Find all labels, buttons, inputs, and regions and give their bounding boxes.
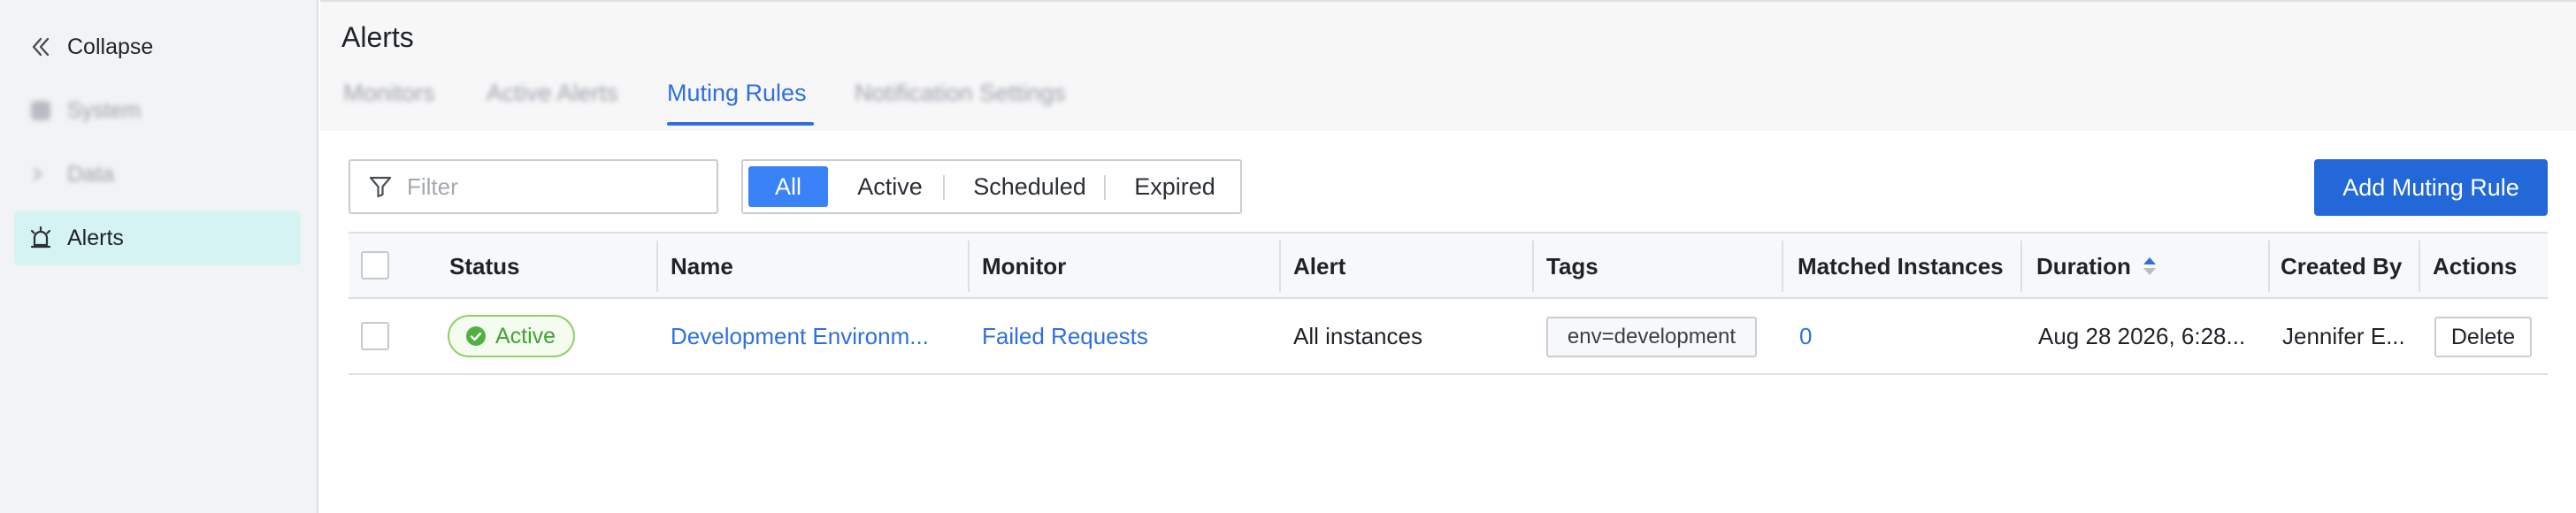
column-divider — [1532, 241, 1534, 292]
tab-notification-settings[interactable]: Notification Settings — [855, 80, 1066, 107]
column-header-monitor[interactable]: Monitor — [982, 234, 1066, 299]
system-icon — [14, 98, 67, 123]
table-header: Status Name Monitor Alert Tags Matched I… — [349, 232, 2548, 299]
select-all-checkbox[interactable] — [361, 251, 389, 279]
column-divider — [1279, 241, 1281, 292]
sidebar: Collapse System Data Alerts — [0, 0, 318, 513]
page-header — [320, 0, 2576, 131]
table-row: Active Development Environm... Failed Re… — [349, 299, 2548, 375]
column-header-tags[interactable]: Tags — [1546, 234, 1598, 299]
segment-divider — [1104, 175, 1106, 200]
column-header-created-by[interactable]: Created By — [2281, 234, 2402, 299]
duration-cell: Aug 28 2026, 6:28... — [2038, 322, 2246, 349]
tag-chip: env=development — [1546, 317, 1757, 357]
tab-monitors[interactable]: Monitors — [343, 80, 435, 107]
status-segmented-control: All Active Scheduled Expired — [741, 159, 1242, 214]
delete-button[interactable]: Delete — [2434, 317, 2532, 357]
sidebar-collapse-button[interactable]: Collapse — [14, 19, 301, 74]
segment-all[interactable]: All — [748, 166, 828, 207]
data-icon — [14, 162, 67, 187]
double-chevron-left-icon — [14, 35, 67, 58]
column-divider — [2419, 241, 2420, 292]
column-header-alert[interactable]: Alert — [1293, 234, 1346, 299]
sidebar-item-label: System — [67, 97, 142, 123]
monitor-link[interactable]: Failed Requests — [982, 299, 1265, 373]
sidebar-collapse-label: Collapse — [67, 34, 154, 59]
status-label: Active — [495, 323, 556, 348]
sidebar-item-data[interactable]: Data — [14, 147, 301, 202]
sidebar-item-label: Data — [67, 161, 114, 187]
segment-active[interactable]: Active — [835, 166, 945, 207]
page-title: Alerts — [341, 21, 414, 53]
matched-instances-link[interactable]: 0 — [1799, 299, 1976, 373]
column-divider — [656, 241, 658, 292]
filter-box[interactable] — [349, 159, 718, 214]
column-divider — [2268, 241, 2270, 292]
rule-name-link[interactable]: Development Environm... — [671, 299, 954, 373]
row-checkbox[interactable] — [361, 322, 389, 350]
segment-scheduled[interactable]: Scheduled — [950, 166, 1109, 207]
segment-divider — [943, 175, 945, 200]
column-header-status[interactable]: Status — [449, 234, 519, 299]
column-header-name[interactable]: Name — [671, 234, 733, 299]
alarm-siren-icon — [14, 226, 67, 250]
column-header-duration-label: Duration — [2036, 252, 2131, 279]
column-header-duration[interactable]: Duration — [2036, 234, 2158, 299]
column-header-matched-instances[interactable]: Matched Instances — [1798, 234, 2004, 299]
add-muting-rule-button[interactable]: Add Muting Rule — [2314, 159, 2548, 216]
tab-active-alerts[interactable]: Active Alerts — [487, 80, 618, 107]
column-divider — [968, 241, 970, 292]
alert-cell: All instances — [1293, 322, 1422, 349]
check-circle-icon — [465, 325, 487, 347]
sidebar-item-system[interactable]: System — [14, 83, 301, 138]
column-divider — [1782, 241, 1783, 292]
segment-expired[interactable]: Expired — [1111, 166, 1238, 207]
status-badge: Active — [448, 315, 575, 357]
column-header-actions: Actions — [2433, 252, 2518, 279]
filter-input[interactable] — [407, 172, 699, 201]
sort-ascending-icon — [2142, 256, 2158, 277]
sidebar-item-label: Alerts — [67, 225, 124, 250]
column-divider — [2020, 241, 2022, 292]
created-by-cell: Jennifer E... — [2282, 322, 2405, 349]
active-tab-indicator — [667, 122, 814, 126]
sidebar-item-alerts[interactable]: Alerts — [14, 211, 301, 265]
funnel-filter-icon — [368, 174, 398, 199]
tab-muting-rules[interactable]: Muting Rules — [667, 80, 807, 107]
